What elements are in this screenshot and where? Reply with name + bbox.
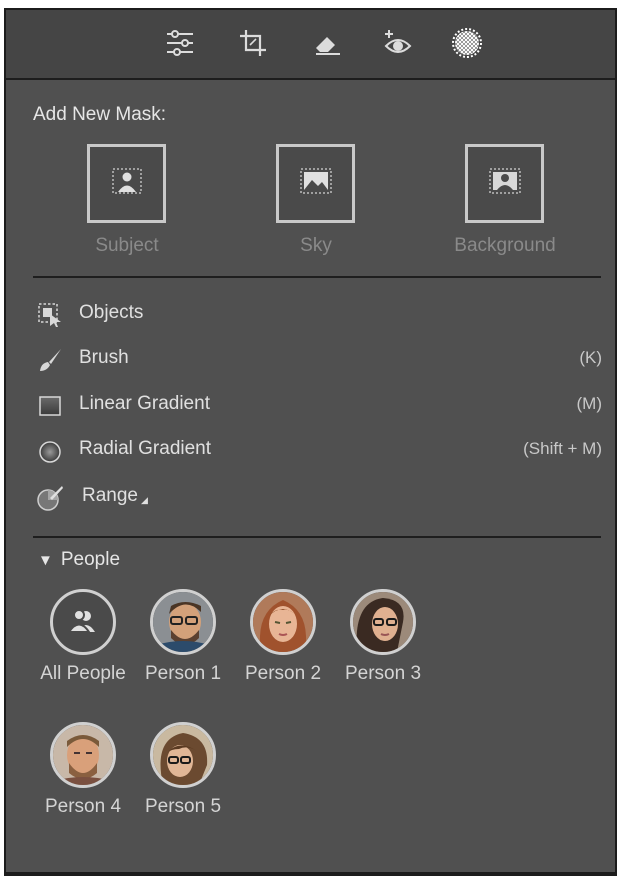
radial-gradient-shortcut: (Shift + M)	[523, 439, 602, 458]
person-4-button[interactable]: Person 4	[33, 722, 133, 818]
person-5-label: Person 5	[144, 796, 222, 817]
radial-gradient-icon	[36, 437, 64, 465]
linear-gradient-icon	[36, 392, 64, 420]
brush-shortcut: (K)	[579, 348, 602, 367]
radial-gradient-tool[interactable]: Radial Gradient (Shift + M)	[36, 433, 602, 467]
divider	[33, 276, 601, 278]
people-section-toggle[interactable]: ▼ People	[38, 549, 120, 571]
person-4-avatar	[50, 722, 116, 788]
masking-panel-frame: Add New Mask: Subject Sky Background Obj…	[4, 8, 617, 876]
tool-strip	[6, 10, 615, 80]
background-icon	[488, 167, 522, 200]
range-tool[interactable]: Range ◢	[36, 480, 602, 514]
subject-mask-button[interactable]	[87, 144, 166, 223]
objects-label: Objects	[79, 302, 144, 323]
person-1-button[interactable]: Person 1	[133, 589, 233, 685]
person-1-label: Person 1	[144, 663, 222, 684]
sky-mask-label: Sky	[300, 235, 332, 256]
all-people-icon	[50, 589, 116, 655]
brush-label: Brush	[79, 347, 129, 368]
person-5-button[interactable]: Person 5	[133, 722, 233, 818]
range-label: Range ◢	[82, 485, 148, 507]
range-icon	[36, 484, 64, 512]
person-2-label: Person 2	[244, 663, 322, 684]
divider	[33, 536, 601, 538]
person-3-button[interactable]: Person 3	[333, 589, 433, 685]
brush-icon	[36, 346, 64, 374]
sky-mask-button[interactable]	[276, 144, 355, 223]
range-dropdown-icon: ◢	[141, 495, 148, 505]
people-section-title: People	[60, 549, 121, 570]
linear-gradient-shortcut: (M)	[576, 394, 602, 413]
crop-icon[interactable]	[236, 26, 270, 60]
masking-icon[interactable]	[450, 26, 484, 60]
sky-icon	[299, 167, 333, 200]
disclosure-triangle-icon: ▼	[38, 552, 53, 569]
person-3-avatar	[350, 589, 416, 655]
all-people-label: All People	[40, 663, 126, 684]
person-3-label: Person 3	[344, 663, 422, 684]
linear-gradient-label: Linear Gradient	[79, 393, 210, 414]
subject-icon	[111, 167, 143, 200]
range-label-text: Range	[82, 485, 138, 506]
person-1-avatar	[150, 589, 216, 655]
person-5-avatar	[150, 722, 216, 788]
masking-panel: Add New Mask: Subject Sky Background Obj…	[6, 10, 615, 872]
radial-gradient-label: Radial Gradient	[79, 438, 212, 459]
person-2-button[interactable]: Person 2	[233, 589, 333, 685]
brush-tool[interactable]: Brush (K)	[36, 342, 602, 376]
person-4-label: Person 4	[44, 796, 122, 817]
eraser-icon[interactable]	[310, 26, 344, 60]
background-mask-label: Background	[454, 235, 556, 256]
all-people-button[interactable]: All People	[33, 589, 133, 685]
person-2-avatar	[250, 589, 316, 655]
subject-mask-label: Subject	[95, 235, 159, 256]
add-new-mask-label: Add New Mask:	[33, 104, 167, 125]
redeye-icon[interactable]	[381, 26, 415, 60]
background-mask-button[interactable]	[465, 144, 544, 223]
linear-gradient-tool[interactable]: Linear Gradient (M)	[36, 388, 602, 422]
objects-icon	[36, 301, 64, 329]
objects-tool[interactable]: Objects	[36, 297, 602, 331]
sliders-icon[interactable]	[163, 26, 197, 60]
